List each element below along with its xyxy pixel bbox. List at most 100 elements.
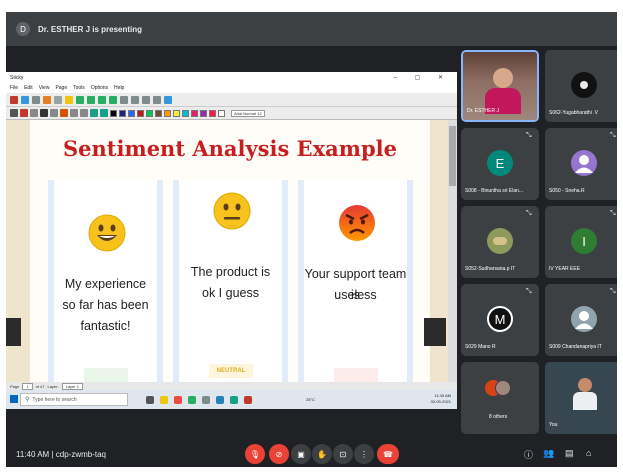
color-swatch-navy[interactable] bbox=[119, 109, 126, 117]
app-green-icon[interactable] bbox=[188, 395, 196, 404]
participant-tile-self[interactable]: You bbox=[545, 362, 617, 434]
menu-page[interactable]: Page bbox=[55, 85, 67, 91]
captions-button[interactable]: ▣ bbox=[291, 444, 311, 464]
color-swatch-red[interactable] bbox=[209, 109, 216, 117]
app-teal-icon[interactable] bbox=[230, 395, 238, 404]
color-swatch-green[interactable] bbox=[146, 109, 153, 117]
participant-tile[interactable]: ⤡ S052-Sudharsana.p IT bbox=[461, 206, 539, 278]
page-first-icon[interactable] bbox=[98, 95, 106, 104]
eraser-icon[interactable] bbox=[50, 109, 58, 117]
chat-icon[interactable]: ▤ bbox=[565, 448, 574, 459]
menu-help[interactable]: Help bbox=[114, 85, 124, 91]
highlighter-icon[interactable] bbox=[30, 109, 38, 117]
color-swatch-purple[interactable] bbox=[200, 109, 207, 117]
layer-select[interactable]: Layer 1 bbox=[61, 382, 83, 390]
info-icon[interactable]: ⓘ bbox=[524, 448, 533, 461]
zoom-width-icon[interactable] bbox=[153, 95, 161, 104]
font-selector[interactable]: Arial Normal 12 bbox=[231, 109, 265, 117]
present-button[interactable]: ⊡ bbox=[333, 444, 353, 464]
app-grey-icon[interactable] bbox=[202, 395, 210, 404]
file-explorer-icon[interactable] bbox=[160, 395, 168, 404]
cut-icon[interactable] bbox=[54, 95, 62, 104]
color-swatch-blue[interactable] bbox=[128, 109, 135, 117]
sentiment-badge-negative bbox=[334, 368, 378, 382]
print-icon[interactable] bbox=[43, 95, 51, 104]
color-swatch-pink[interactable] bbox=[191, 109, 198, 117]
undo-icon[interactable] bbox=[90, 109, 98, 117]
next-slide-button[interactable] bbox=[424, 318, 446, 346]
participant-avatar: M bbox=[487, 306, 513, 332]
mic-off-icon: ⤡ bbox=[610, 132, 616, 139]
menu-options[interactable]: Options bbox=[91, 85, 108, 91]
page-number-field[interactable]: 1 bbox=[22, 382, 33, 390]
menu-edit[interactable]: Edit bbox=[24, 85, 33, 91]
presenting-text: Dr. ESTHER J is presenting bbox=[38, 24, 143, 34]
color-swatch-darkred[interactable] bbox=[137, 109, 144, 117]
chrome-icon[interactable] bbox=[174, 395, 182, 404]
menu-file[interactable]: File bbox=[10, 85, 18, 91]
phone-end-icon: ☎ bbox=[383, 449, 393, 459]
leave-call-button[interactable]: ☎ bbox=[377, 444, 399, 464]
tile-name: S009 Chandanapriya IT bbox=[549, 344, 602, 350]
tile-name: You bbox=[549, 422, 558, 428]
activities-icon[interactable]: ⌂ bbox=[586, 448, 591, 458]
camera-off-icon: ⊘ bbox=[275, 449, 283, 459]
shared-screen: Sticky – ▢ ✕ File Edit View Page Tools O… bbox=[6, 72, 457, 409]
open-icon[interactable] bbox=[21, 95, 29, 104]
participant-avatar: I bbox=[571, 228, 597, 254]
more-options-button[interactable]: ⋮ bbox=[354, 444, 374, 464]
menu-tools[interactable]: Tools bbox=[73, 85, 85, 91]
shape-icon[interactable] bbox=[60, 109, 68, 117]
marker-icon[interactable] bbox=[20, 109, 28, 117]
prev-slide-button[interactable] bbox=[6, 318, 21, 346]
image-icon[interactable] bbox=[70, 109, 78, 117]
page-next-icon[interactable] bbox=[87, 95, 95, 104]
sentiment-badge-neutral: NEUTRAL bbox=[209, 364, 253, 378]
task-view-icon[interactable] bbox=[146, 395, 154, 404]
new-icon[interactable] bbox=[10, 95, 18, 104]
pen-icon[interactable] bbox=[10, 109, 18, 117]
fullscreen-icon[interactable] bbox=[164, 95, 172, 104]
participant-tile[interactable]: ⤡ S050 - Sneha.R bbox=[545, 128, 617, 200]
tile-name: S008 - Binuntha sri Elan... bbox=[465, 188, 524, 194]
menu-view[interactable]: View bbox=[39, 85, 50, 91]
mic-toggle-button[interactable]: 🎙 bbox=[245, 444, 265, 464]
participant-tile-presenter[interactable]: Dr. ESTHER J bbox=[461, 50, 539, 122]
raise-hand-button[interactable]: ✋ bbox=[312, 444, 332, 464]
zoom-fit-icon[interactable] bbox=[142, 95, 150, 104]
app-blue-icon[interactable] bbox=[216, 395, 224, 404]
page-prev-icon[interactable] bbox=[76, 95, 84, 104]
presenting-bar: D Dr. ESTHER J is presenting bbox=[6, 12, 617, 46]
sentiment-card-negative: Your support team is useless bbox=[298, 180, 413, 382]
redo-icon[interactable] bbox=[100, 109, 108, 117]
color-swatch-yellow[interactable] bbox=[173, 109, 180, 117]
app-red-icon[interactable] bbox=[244, 395, 252, 404]
participant-tile[interactable]: ⤡ S009 Chandanapriya IT bbox=[545, 284, 617, 356]
participant-avatar bbox=[571, 72, 597, 98]
color-swatch-white[interactable] bbox=[218, 109, 225, 117]
camera-toggle-button[interactable]: ⊘ bbox=[269, 444, 289, 464]
app-toolbar bbox=[6, 93, 457, 107]
color-swatch-cyan[interactable] bbox=[182, 109, 189, 117]
zoom-out-icon[interactable] bbox=[131, 95, 139, 104]
participant-tile[interactable]: ⤡ E S008 - Binuntha sri Elan... bbox=[461, 128, 539, 200]
people-icon[interactable]: 👥 bbox=[543, 448, 554, 459]
participant-tile-others[interactable]: 8 others bbox=[461, 362, 539, 434]
taskbar-search[interactable]: ⚲ Type here to search bbox=[20, 393, 128, 406]
color-swatch-brown[interactable] bbox=[155, 109, 162, 117]
vertical-scrollbar[interactable] bbox=[448, 120, 457, 382]
windows-start-icon[interactable] bbox=[10, 395, 18, 403]
participant-tile[interactable]: ⤡ M S029 Mano R bbox=[461, 284, 539, 356]
zoom-in-icon[interactable] bbox=[120, 95, 128, 104]
card-text-line-2: useless bbox=[334, 288, 377, 302]
participant-tile[interactable]: S062-Yugabharathi .V bbox=[545, 50, 617, 122]
copy-icon[interactable] bbox=[65, 95, 73, 104]
text-tool-icon[interactable] bbox=[40, 109, 48, 117]
scrollbar-thumb[interactable] bbox=[449, 126, 456, 186]
grid-icon[interactable] bbox=[80, 109, 88, 117]
page-last-icon[interactable] bbox=[109, 95, 117, 104]
participant-tile[interactable]: ⤡ I IV YEAR EEE bbox=[545, 206, 617, 278]
color-swatch-orange[interactable] bbox=[164, 109, 171, 117]
color-swatch-black[interactable] bbox=[110, 109, 117, 117]
save-icon[interactable] bbox=[32, 95, 40, 104]
